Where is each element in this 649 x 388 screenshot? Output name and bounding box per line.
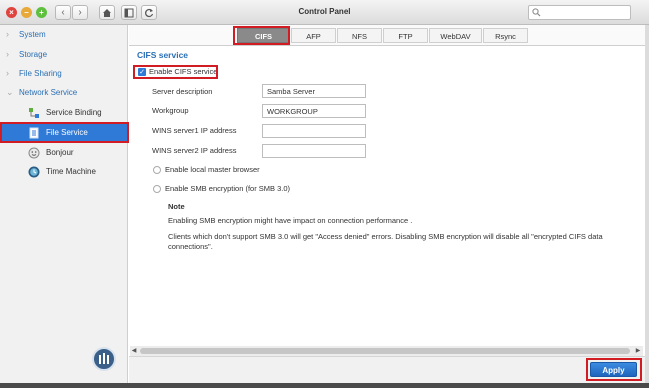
- local-master-browser-checkbox[interactable]: [153, 166, 161, 174]
- scroll-left-icon[interactable]: ◀: [130, 346, 138, 356]
- forward-button[interactable]: ›: [72, 5, 88, 20]
- section-title: CIFS service: [137, 50, 189, 60]
- workgroup-label: Workgroup: [152, 106, 189, 115]
- chevron-down-icon: ⌄: [6, 87, 14, 97]
- bonjour-icon: [28, 147, 40, 159]
- search-icon: [532, 8, 541, 17]
- sidebar-item-file-sharing[interactable]: › File Sharing: [0, 64, 127, 83]
- workgroup-field[interactable]: [262, 104, 366, 118]
- window-bottom-edge: [0, 383, 649, 388]
- close-icon[interactable]: ×: [6, 7, 17, 18]
- sidebar-toggle-icon: [124, 8, 134, 18]
- sidebar-item-time-machine[interactable]: Time Machine: [0, 162, 127, 181]
- tab-rsync[interactable]: Rsync: [483, 28, 528, 43]
- enable-cifs-label: Enable CIFS service: [149, 67, 218, 76]
- smb-encryption-checkbox[interactable]: [153, 185, 161, 193]
- window-title: Control Panel: [298, 7, 351, 16]
- sidebar-item-file-service[interactable]: File Service: [0, 123, 127, 142]
- home-icon: [103, 9, 111, 17]
- wins-server1-label: WINS server1 IP address: [152, 126, 237, 135]
- tab-nfs[interactable]: NFS: [337, 28, 382, 43]
- tab-webdav[interactable]: WebDAV: [429, 28, 482, 43]
- window-titlebar: × – + ‹ › Control Panel: [0, 0, 649, 25]
- note-clients-text: Clients which don't support SMB 3.0 will…: [168, 232, 603, 251]
- sidebar-item-bonjour[interactable]: Bonjour: [0, 143, 127, 162]
- sidebar-item-system[interactable]: › System: [0, 25, 127, 44]
- wins-server2-label: WINS server2 IP address: [152, 146, 237, 155]
- cifs-settings-panel: CIFS service ✓ Enable CIFS service Serve…: [129, 46, 643, 346]
- refresh-icon: [145, 8, 154, 18]
- sidebar-item-network-service[interactable]: ⌄ Network Service: [0, 83, 127, 102]
- wins-server1-field[interactable]: [262, 124, 366, 138]
- scroll-right-icon[interactable]: ▶: [634, 346, 642, 356]
- wins-server2-field[interactable]: [262, 144, 366, 158]
- footer-bar: Apply: [129, 356, 645, 383]
- refresh-button[interactable]: [141, 5, 157, 20]
- home-button[interactable]: [99, 5, 115, 20]
- tab-afp[interactable]: AFP: [291, 28, 336, 43]
- qnap-logo-icon: [92, 347, 116, 371]
- tab-ftp[interactable]: FTP: [383, 28, 428, 43]
- note-title: Note: [168, 202, 185, 211]
- scroll-thumb[interactable]: [140, 348, 630, 354]
- sidebar-item-storage[interactable]: › Storage: [0, 45, 127, 64]
- apply-button[interactable]: Apply: [590, 362, 637, 377]
- tab-cifs[interactable]: CIFS: [237, 28, 290, 43]
- note-performance-text: Enabling SMB encryption might have impac…: [168, 216, 413, 225]
- horizontal-scrollbar[interactable]: ◀ ▶: [130, 346, 643, 356]
- enable-cifs-checkbox[interactable]: ✓: [138, 68, 146, 76]
- back-button[interactable]: ‹: [55, 5, 71, 20]
- server-description-label: Server description: [152, 87, 213, 96]
- search-input[interactable]: [528, 5, 631, 20]
- chevron-right-icon: ›: [6, 68, 9, 78]
- protocol-tabbar: CIFS AFP NFS FTP WebDAV Rsync: [129, 25, 645, 46]
- sidebar: › System › Storage › File Sharing ⌄ Netw…: [0, 25, 128, 383]
- minimize-icon[interactable]: –: [21, 7, 32, 18]
- smb-encryption-label: Enable SMB encryption (for SMB 3.0): [165, 184, 291, 193]
- chevron-right-icon: ›: [6, 29, 9, 39]
- service-binding-icon: [29, 108, 39, 118]
- local-master-browser-label: Enable local master browser: [165, 165, 260, 174]
- file-service-icon: [29, 127, 39, 139]
- server-description-field[interactable]: [262, 84, 366, 98]
- chevron-right-icon: ›: [6, 49, 9, 59]
- maximize-icon[interactable]: +: [36, 7, 47, 18]
- sidebar-item-service-binding[interactable]: Service Binding: [0, 103, 127, 122]
- time-machine-icon: [28, 166, 40, 178]
- sidebar-toggle-button[interactable]: [121, 5, 137, 20]
- window-right-edge: [645, 25, 649, 383]
